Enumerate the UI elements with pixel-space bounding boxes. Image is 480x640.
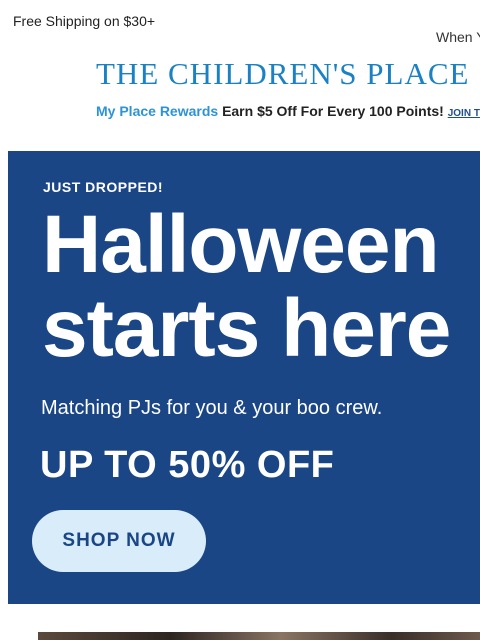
rewards-offer-text: Earn $5 Off For Every 100 Points! bbox=[222, 103, 444, 119]
rewards-bar: My Place Rewards Earn $5 Off For Every 1… bbox=[96, 103, 480, 119]
shop-now-button[interactable]: SHOP NOW bbox=[32, 510, 206, 572]
email-page: Free Shipping on $30+ When Y THE CHILDRE… bbox=[0, 0, 480, 640]
hero-subline: Matching PJs for you & your boo crew. bbox=[41, 397, 383, 419]
hero-headline-line-1: Halloween bbox=[42, 199, 440, 290]
rewards-program-link[interactable]: My Place Rewards bbox=[96, 103, 218, 119]
hero-banner[interactable]: JUST DROPPED! Halloween starts here Matc… bbox=[8, 151, 480, 604]
join-link[interactable]: JOIN T bbox=[448, 108, 480, 119]
brand-logo[interactable]: THE CHILDREN'S PLACE bbox=[96, 56, 469, 92]
hero-kicker: JUST DROPPED! bbox=[43, 179, 164, 195]
hero-headline: Halloween starts here bbox=[42, 199, 451, 374]
hero-offer: UP TO 50% OFF bbox=[40, 444, 335, 486]
free-shipping-text[interactable]: Free Shipping on $30+ bbox=[13, 13, 155, 29]
promo-text: When Y bbox=[436, 29, 480, 45]
next-banner-image[interactable] bbox=[38, 632, 480, 640]
hero-headline-line-2: starts here bbox=[42, 283, 451, 374]
